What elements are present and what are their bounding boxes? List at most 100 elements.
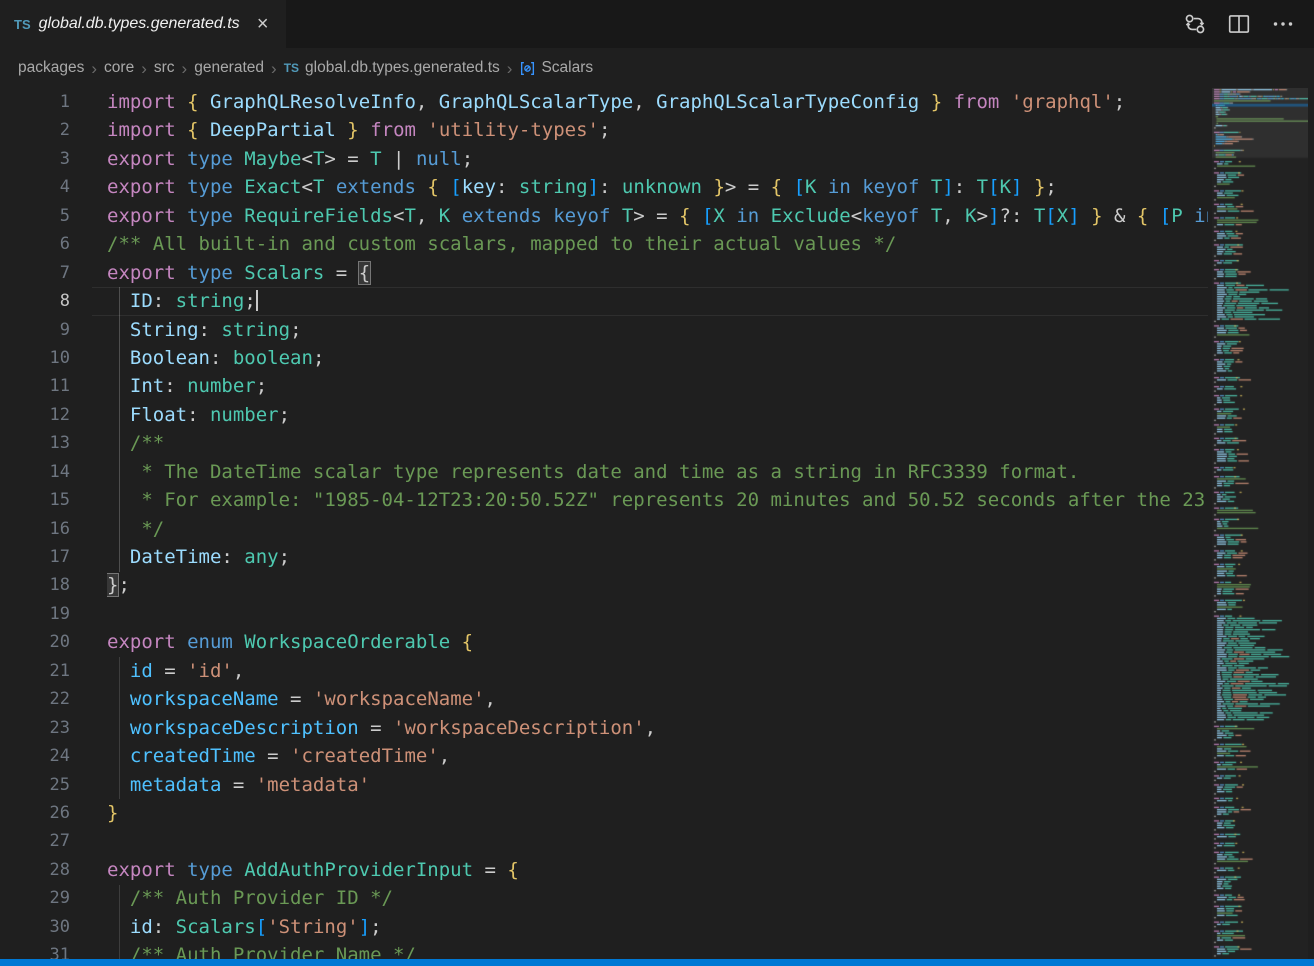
line-number[interactable]: 6 xyxy=(0,230,70,258)
line-number[interactable]: 26 xyxy=(0,799,70,827)
line-number[interactable]: 30 xyxy=(0,913,70,941)
token: 'workspaceName' xyxy=(313,688,485,710)
token: from xyxy=(370,119,416,141)
line-number[interactable]: 27 xyxy=(0,827,70,855)
code-line-3[interactable]: 3export type Maybe<T> = T | null; xyxy=(0,145,1208,173)
code-line-9[interactable]: 9 String: string; xyxy=(0,316,1208,344)
breadcrumb-item-global-db-types-generated-ts[interactable]: TSglobal.db.types.generated.ts xyxy=(284,59,500,77)
code-line-25[interactable]: 25 metadata = 'metadata' xyxy=(0,771,1208,799)
line-number[interactable]: 31 xyxy=(0,941,70,959)
breadcrumb-item-packages[interactable]: packages xyxy=(18,59,84,77)
token: in xyxy=(725,205,771,227)
chevron-right-icon: › xyxy=(271,61,277,76)
code-line-4[interactable]: 4export type Exact<T extends { [key: str… xyxy=(0,173,1208,201)
code-line-30[interactable]: 30 id: Scalars['String']; xyxy=(0,913,1208,941)
token: ; xyxy=(313,347,324,369)
code-line-2[interactable]: 2import { DeepPartial } from 'utility-ty… xyxy=(0,116,1208,144)
line-number[interactable]: 9 xyxy=(0,316,70,344)
token: & xyxy=(1103,205,1137,227)
token xyxy=(107,375,130,397)
line-number[interactable]: 23 xyxy=(0,714,70,742)
code-line-29[interactable]: 29 /** Auth Provider ID */ xyxy=(0,884,1208,912)
token: * For example: "1985-04-12T23:20:50.52Z"… xyxy=(141,489,1208,511)
line-number[interactable]: 15 xyxy=(0,486,70,514)
line-number[interactable]: 21 xyxy=(0,657,70,685)
text-cursor xyxy=(256,290,258,311)
line-number[interactable]: 25 xyxy=(0,771,70,799)
gutter-gap xyxy=(70,401,107,429)
breadcrumb-item-scalars[interactable]: Scalars xyxy=(519,59,593,77)
breadcrumb-item-generated[interactable]: generated xyxy=(194,59,264,77)
code-line-14[interactable]: 14 * The DateTime scalar type represents… xyxy=(0,458,1208,486)
line-number[interactable]: 5 xyxy=(0,202,70,230)
token: [ xyxy=(794,176,805,198)
gutter-gap xyxy=(70,685,107,713)
line-number[interactable]: 12 xyxy=(0,401,70,429)
code-line-13[interactable]: 13 /** xyxy=(0,429,1208,457)
line-number[interactable]: 19 xyxy=(0,600,70,628)
line-number[interactable]: 4 xyxy=(0,173,70,201)
line-number[interactable]: 17 xyxy=(0,543,70,571)
code-line-27[interactable]: 27 xyxy=(0,827,1208,855)
line-number[interactable]: 28 xyxy=(0,856,70,884)
token: import xyxy=(107,91,187,113)
code-line-15[interactable]: 15 * For example: "1985-04-12T23:20:50.5… xyxy=(0,486,1208,514)
breadcrumb-item-src[interactable]: src xyxy=(154,59,175,77)
token: { xyxy=(771,176,782,198)
token: GraphQLScalarTypeConfig xyxy=(656,91,919,113)
code-line-16[interactable]: 16 */ xyxy=(0,515,1208,543)
code-line-21[interactable]: 21 id = 'id', xyxy=(0,657,1208,685)
code-line-26[interactable]: 26} xyxy=(0,799,1208,827)
line-number[interactable]: 18 xyxy=(0,571,70,599)
line-number[interactable]: 29 xyxy=(0,884,70,912)
code-line-10[interactable]: 10 Boolean: boolean; xyxy=(0,344,1208,372)
line-number[interactable]: 24 xyxy=(0,742,70,770)
split-editor-icon[interactable] xyxy=(1224,9,1254,39)
line-number[interactable]: 10 xyxy=(0,344,70,372)
code-line-22[interactable]: 22 workspaceName = 'workspaceName', xyxy=(0,685,1208,713)
code-line-11[interactable]: 11 Int: number; xyxy=(0,372,1208,400)
token: { xyxy=(187,119,198,141)
breadcrumb-item-core[interactable]: core xyxy=(104,59,134,77)
code-line-19[interactable]: 19 xyxy=(0,600,1208,628)
line-number[interactable]: 16 xyxy=(0,515,70,543)
code-line-1[interactable]: 1import { GraphQLResolveInfo, GraphQLSca… xyxy=(0,88,1208,116)
token: boolean xyxy=(233,347,313,369)
token: * The DateTime scalar type represents da… xyxy=(141,461,1079,483)
code-line-24[interactable]: 24 createdTime = 'createdTime', xyxy=(0,742,1208,770)
line-number[interactable]: 1 xyxy=(0,88,70,116)
code-line-8[interactable]: 8 ID: string; xyxy=(0,287,1208,315)
editor-tab[interactable]: TS global.db.types.generated.ts × xyxy=(0,0,286,48)
line-number[interactable]: 20 xyxy=(0,628,70,656)
line-number[interactable]: 3 xyxy=(0,145,70,173)
code-line-18[interactable]: 18}; xyxy=(0,571,1208,599)
line-number[interactable]: 11 xyxy=(0,372,70,400)
token xyxy=(107,944,130,959)
code-line-20[interactable]: 20export enum WorkspaceOrderable { xyxy=(0,628,1208,656)
code-line-5[interactable]: 5export type RequireFields<T, K extends … xyxy=(0,202,1208,230)
more-actions-icon[interactable] xyxy=(1268,9,1298,39)
code-line-17[interactable]: 17 DateTime: any; xyxy=(0,543,1208,571)
line-number[interactable]: 14 xyxy=(0,458,70,486)
line-number[interactable]: 22 xyxy=(0,685,70,713)
token: = xyxy=(473,859,507,881)
code-line-12[interactable]: 12 Float: number; xyxy=(0,401,1208,429)
close-icon[interactable]: × xyxy=(252,13,274,35)
gutter-gap xyxy=(70,941,107,959)
minimap[interactable] xyxy=(1212,88,1308,959)
code-line-31[interactable]: 31 /** Auth Provider Name */ xyxy=(0,941,1208,959)
line-number[interactable]: 8 xyxy=(0,287,70,315)
open-changes-icon[interactable] xyxy=(1180,9,1210,39)
code-line-6[interactable]: 6/** All built-in and custom scalars, ma… xyxy=(0,230,1208,258)
line-number[interactable]: 13 xyxy=(0,429,70,457)
line-number[interactable]: 2 xyxy=(0,116,70,144)
token: : xyxy=(210,347,233,369)
token: Int xyxy=(130,375,164,397)
code-line-28[interactable]: 28export type AddAuthProviderInput = { xyxy=(0,856,1208,884)
code-line-23[interactable]: 23 workspaceDescription = 'workspaceDesc… xyxy=(0,714,1208,742)
code-line-7[interactable]: 7export type Scalars = { xyxy=(0,259,1208,287)
token: null xyxy=(416,148,462,170)
token: /** Auth Provider ID */ xyxy=(130,887,393,909)
token: from xyxy=(954,91,1000,113)
line-number[interactable]: 7 xyxy=(0,259,70,287)
